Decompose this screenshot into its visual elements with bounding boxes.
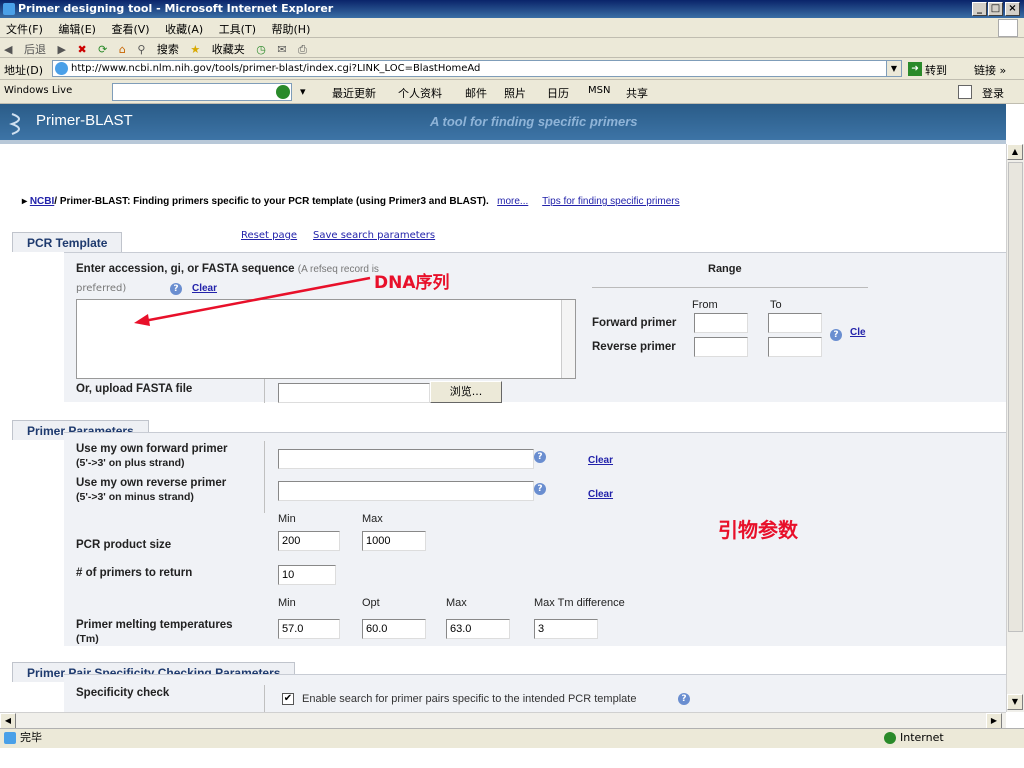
banner-tagline: A tool for finding specific primers <box>430 114 638 129</box>
menu-help[interactable]: 帮助(H) <box>266 18 317 40</box>
links-button[interactable]: 链接 » <box>974 62 1006 78</box>
back-button[interactable]: 后退 <box>20 38 50 60</box>
windows-live-toolbar: Windows Live ▾ 最近更新 个人资料 邮件 照片 日历 MSN 共享… <box>0 80 1024 104</box>
address-url: http://www.ncbi.nlm.nih.gov/tools/primer… <box>71 63 481 74</box>
windows-live-brand: Windows Live <box>4 85 73 96</box>
scroll-down-icon[interactable]: ▼ <box>1007 694 1023 710</box>
live-checkbox-icon[interactable] <box>958 85 972 99</box>
scroll-right-icon[interactable]: ▶ <box>986 713 1002 729</box>
go-button[interactable]: 转到 <box>925 62 947 78</box>
window-title-bar: Primer designing tool - Microsoft Intern… <box>0 0 1024 18</box>
menu-view[interactable]: 查看(V) <box>105 18 155 40</box>
scroll-thumb[interactable] <box>1008 162 1023 632</box>
close-button[interactable]: × <box>1005 2 1020 16</box>
live-share[interactable]: 共享 <box>626 85 648 101</box>
maximize-button[interactable]: □ <box>988 2 1003 16</box>
address-input[interactable]: http://www.ncbi.nlm.nih.gov/tools/primer… <box>52 60 902 77</box>
ie-icon <box>3 3 15 15</box>
status-text: 完毕 <box>20 731 42 744</box>
home-icon[interactable]: ⌂ <box>115 40 130 59</box>
favorites-icon[interactable]: ★ <box>186 40 204 59</box>
print-icon[interactable]: ⎙ <box>294 40 311 60</box>
menu-edit[interactable]: 编辑(E) <box>52 18 102 40</box>
search-button[interactable]: 搜索 <box>153 38 183 60</box>
menu-bar: 文件(F) 编辑(E) 查看(V) 收藏(A) 工具(T) 帮助(H) <box>0 18 1024 38</box>
forward-icon[interactable]: ▶ <box>53 40 69 59</box>
live-photos[interactable]: 照片 <box>504 85 526 101</box>
mail-icon[interactable]: ✉ <box>273 40 290 59</box>
address-label: 地址(D) <box>4 64 44 77</box>
annotation-arrow <box>134 276 371 326</box>
vertical-scrollbar[interactable]: ▲ ▼ <box>1006 144 1024 712</box>
banner-title: Primer-BLAST <box>36 112 133 129</box>
params-annotation: 引物参数 <box>718 518 798 542</box>
primer-blast-banner: Primer-BLAST A tool for finding specific… <box>0 104 1006 140</box>
zone-text: Internet <box>900 731 944 744</box>
bottom-margin <box>0 748 1024 768</box>
live-search-input[interactable] <box>112 83 292 101</box>
stop-icon[interactable]: ✖ <box>73 40 90 59</box>
live-profile[interactable]: 个人资料 <box>398 85 442 101</box>
back-icon[interactable]: ◀ <box>0 40 16 59</box>
scroll-left-icon[interactable]: ◀ <box>0 713 16 729</box>
live-calendar[interactable]: 日历 <box>547 85 569 101</box>
live-recent[interactable]: 最近更新 <box>332 85 376 101</box>
windows-logo-icon <box>998 19 1018 37</box>
menu-tools[interactable]: 工具(T) <box>213 18 262 40</box>
favorites-button[interactable]: 收藏夹 <box>208 38 249 60</box>
menu-file[interactable]: 文件(F) <box>0 18 49 40</box>
live-dropdown-icon[interactable]: ▾ <box>300 85 306 98</box>
live-msn[interactable]: MSN <box>588 85 610 96</box>
refresh-icon[interactable]: ⟳ <box>94 40 111 59</box>
dna-logo-icon <box>9 113 20 135</box>
horizontal-scrollbar[interactable]: ◀ ▶ <box>0 712 1006 729</box>
live-login[interactable]: 登录 <box>982 85 1004 101</box>
status-page-icon <box>4 732 16 744</box>
address-bar: 地址(D) http://www.ncbi.nlm.nih.gov/tools/… <box>0 58 1024 80</box>
search-icon[interactable]: ⚲ <box>133 40 149 59</box>
live-search-icon[interactable] <box>276 85 290 99</box>
status-bar: 完毕 Internet <box>0 728 1024 748</box>
go-arrow-icon[interactable]: ➜ <box>908 62 922 76</box>
internet-zone-icon <box>884 732 896 744</box>
menu-favorites[interactable]: 收藏(A) <box>159 18 209 40</box>
window-title: Primer designing tool - Microsoft Intern… <box>18 2 334 15</box>
live-mail[interactable]: 邮件 <box>465 85 487 101</box>
minimize-button[interactable]: _ <box>972 2 987 16</box>
page-icon <box>55 62 68 75</box>
toolbar: ◀ 后退 ▶ ✖ ⟳ ⌂ ⚲ 搜索 ★ 收藏夹 ◷ ✉ ⎙ <box>0 38 1024 58</box>
scroll-up-icon[interactable]: ▲ <box>1007 144 1023 160</box>
history-icon[interactable]: ◷ <box>252 40 270 59</box>
page-content: ▸ NCBI/ Primer-BLAST: Finding primers sp… <box>0 144 1006 712</box>
address-dropdown-icon[interactable]: ▼ <box>886 61 901 76</box>
